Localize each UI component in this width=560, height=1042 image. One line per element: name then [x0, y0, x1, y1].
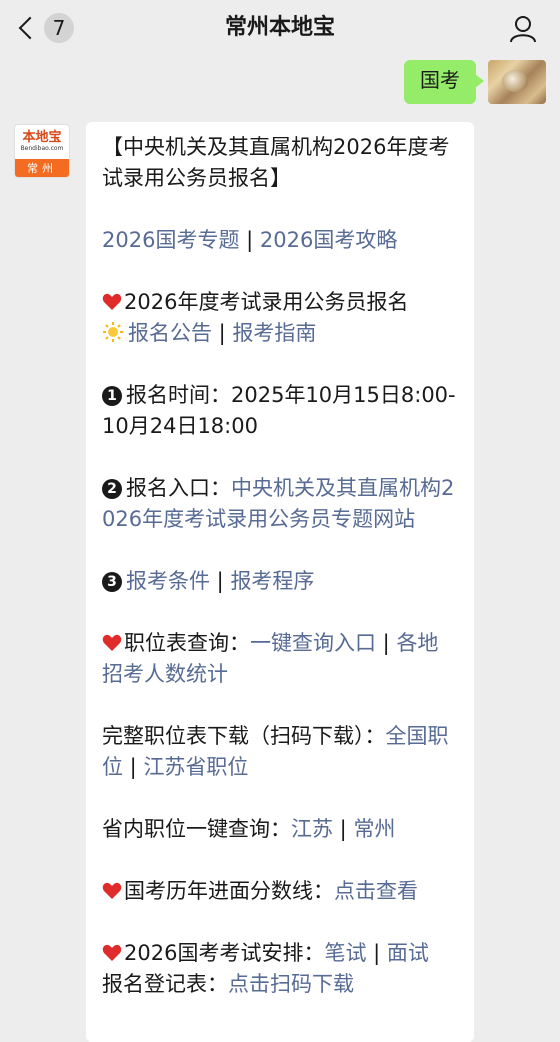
number-2-icon: 2	[102, 479, 122, 499]
exam-schedule-label: 2026国考考试安排：	[124, 941, 325, 965]
registration-text: 2026年度考试录用公务员报名	[124, 290, 409, 314]
position-download: 完整职位表下载（扫码下载）：全国职位 | 江苏省职位	[102, 724, 449, 779]
changzhou-link[interactable]: 常州	[353, 817, 395, 841]
number-1-icon: 1	[102, 386, 122, 406]
outgoing-bubble[interactable]: 国考	[404, 60, 484, 104]
message-heading: 【中央机关及其直属机构2026年度考试录用公务员报名】	[102, 135, 450, 190]
jiangsu-link[interactable]: 江苏	[291, 817, 333, 841]
interview-link[interactable]: 面试	[387, 941, 429, 965]
top-bar: 7 常州本地宝	[0, 0, 560, 56]
query-entry-link[interactable]: 一键查询入口	[250, 631, 376, 655]
written-exam-link[interactable]: 笔试	[324, 941, 366, 965]
conditions-section: 3 报考条件 | 报考程序	[102, 566, 458, 597]
exam-schedule: 2026国考考试安排：笔试 | 面试 报名登记表：点击扫码下载	[102, 941, 429, 996]
heart-icon	[102, 944, 122, 961]
bot-logo-domain: Bendibao.com	[20, 145, 64, 152]
bot-logo: 本地宝 Bendibao.com	[15, 125, 69, 159]
registration-time-text: 报名时间：2025年10月15日8:00-10月24日18:00	[102, 383, 456, 438]
announcement-link[interactable]: 报名公告	[128, 321, 212, 345]
bot-logo-city: 常州	[15, 159, 69, 177]
download-label: 完整职位表下载（扫码下载）：	[102, 724, 386, 748]
score-line-section: 国考历年进面分数线：点击查看	[102, 876, 458, 907]
incoming-bubble: 【中央机关及其直属机构2026年度考试录用公务员报名】 2026国考专题 | 2…	[86, 122, 474, 1042]
registration-time: 1 报名时间：2025年10月15日8:00-10月24日18:00	[102, 380, 458, 442]
heart-icon	[102, 293, 122, 310]
bot-logo-name: 本地宝	[22, 130, 62, 145]
jiangsu-positions-link[interactable]: 江苏省职位	[143, 755, 248, 779]
province-query: 省内职位一键查询：江苏 | 常州	[102, 817, 396, 841]
chat-title: 常州本地宝	[224, 15, 335, 40]
strategy-link[interactable]: 2026国考攻略	[260, 228, 397, 252]
position-query-label: 职位表查询：	[124, 631, 250, 655]
outgoing-message: 国考	[404, 60, 546, 104]
guide-link[interactable]: 报考指南	[232, 321, 316, 345]
conditions-link[interactable]: 报考条件	[126, 569, 210, 593]
heart-icon	[102, 882, 122, 899]
download-form-link[interactable]: 点击扫码下载	[228, 972, 354, 996]
sun-icon	[103, 322, 123, 342]
person-icon	[510, 16, 536, 43]
province-query-label: 省内职位一键查询：	[102, 817, 291, 841]
number-3-icon: 3	[102, 572, 122, 592]
score-line-label: 国考历年进面分数线：	[124, 879, 334, 903]
position-query: 职位表查询：一键查询入口 | 各地招考人数统计	[102, 631, 439, 686]
registration-section: 2026年度考试录用公务员报名 报名公告 | 报考指南	[102, 287, 458, 349]
procedure-link[interactable]: 报考程序	[230, 569, 314, 593]
registration-form-label: 报名登记表：	[102, 972, 228, 996]
entry-label: 报名入口：	[126, 476, 231, 500]
heart-icon	[102, 634, 122, 651]
registration-entry: 2 报名入口：中央机关及其直属机构2026年度考试录用公务员专题网站	[102, 473, 458, 535]
profile-button[interactable]	[508, 14, 538, 44]
bot-avatar[interactable]: 本地宝 Bendibao.com 常州	[14, 124, 70, 178]
topic-link[interactable]: 2026国考专题	[102, 228, 239, 252]
user-avatar[interactable]	[488, 60, 546, 104]
topic-links: 2026国考专题 | 2026国考攻略	[102, 228, 398, 252]
view-scores-link[interactable]: 点击查看	[334, 879, 418, 903]
